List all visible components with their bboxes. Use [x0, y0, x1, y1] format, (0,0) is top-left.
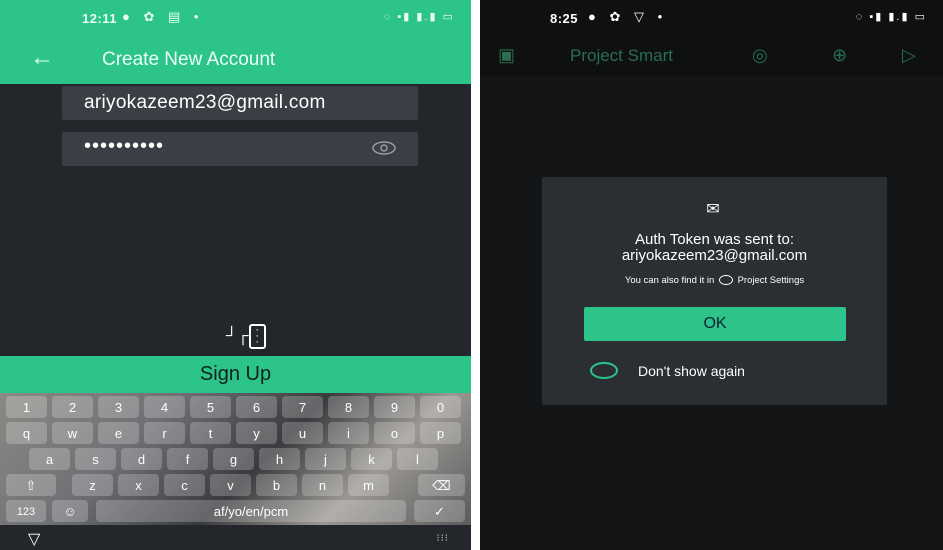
key-t[interactable]: t [190, 422, 231, 444]
keyboard-space-row: 123 ☺ af/yo/en/pcm ✓ [0, 500, 471, 526]
key-o[interactable]: o [374, 422, 415, 444]
key-n[interactable]: n [302, 474, 343, 496]
key-m[interactable]: m [348, 474, 389, 496]
status-notification-icons: ● ✿ ▤ • [122, 9, 204, 24]
bottom-navigation: ▽ ⁝⁝⁝ [0, 525, 471, 550]
key-5[interactable]: 5 [190, 396, 231, 418]
status-system-icons: ◌ ▪▮ ▮.▮ ▭ [383, 11, 455, 23]
key-w[interactable]: w [52, 422, 93, 444]
key-b[interactable]: b [256, 474, 297, 496]
settings-icon[interactable]: ◎ [752, 45, 768, 66]
project-settings-icon [718, 275, 733, 286]
nav-back-icon[interactable]: ▽ [28, 529, 40, 549]
keyboard-switch-icon[interactable]: ⁝⁝⁝ [436, 533, 449, 544]
key-0[interactable]: 0 [420, 396, 461, 418]
dont-show-again-checkbox[interactable] [590, 362, 618, 379]
back-arrow-icon[interactable]: ← [30, 44, 54, 72]
dialog-title: Auth Token was sent to: [635, 231, 794, 248]
play-icon[interactable]: ▷ [902, 45, 916, 66]
keyboard-middle-row: asdfghjkl [0, 448, 471, 474]
enter-key[interactable]: ✓ [414, 500, 465, 522]
dialog-email: ariyokazeem23@gmail.com [621, 247, 808, 264]
key-h[interactable]: h [259, 448, 300, 470]
sign-up-button[interactable]: Sign Up [0, 356, 471, 393]
space-bar[interactable]: af/yo/en/pcm [96, 500, 406, 522]
key-z[interactable]: z [72, 474, 113, 496]
key-q[interactable]: q [6, 422, 47, 444]
key-i[interactable]: i [328, 422, 369, 444]
hint-suffix: Project Settings [737, 275, 805, 286]
keyboard-bottom-row: ⇧ ⌫ zxcvbnm [0, 474, 471, 500]
key-j[interactable]: j [305, 448, 346, 470]
project-title: Project Smart [570, 46, 673, 65]
key-4[interactable]: 4 [144, 396, 185, 418]
password-value: •••••••••• [84, 135, 165, 157]
key-2[interactable]: 2 [52, 396, 93, 418]
left-screen: 12:11 ● ✿ ▤ • ◌ ▪▮ ▮.▮ ▭ ← Create New Ac… [0, 0, 471, 550]
key-v[interactable]: v [210, 474, 251, 496]
key-g[interactable]: g [213, 448, 254, 470]
key-x[interactable]: x [118, 474, 159, 496]
status-time: 12:11 [82, 11, 118, 26]
keyboard-top-row: qwertyuiop [0, 422, 471, 448]
email-value: ariyokazeem23@gmail.com [84, 92, 326, 113]
mail-key-icon: ✉ [706, 201, 720, 218]
key-u[interactable]: u [282, 422, 323, 444]
auth-token-dialog: ✉ Auth Token was sent to: ariyokazeem23@… [542, 177, 887, 405]
login-switch-icon[interactable]: ┘┌ · · · [226, 324, 266, 349]
key-9[interactable]: 9 [374, 396, 415, 418]
on-screen-keyboard: 1234567890 qwertyuiop asdfghjkl ⇧ ⌫ zxcv… [0, 393, 471, 525]
symbols-key[interactable]: 123 [6, 500, 46, 522]
ok-button[interactable]: OK [584, 307, 846, 341]
dont-show-again-label: Don't show again [638, 363, 745, 379]
dialog-hint: You can also find it in Project Settings [542, 275, 887, 286]
add-widget-icon[interactable]: ⊕ [832, 45, 847, 66]
key-c[interactable]: c [164, 474, 205, 496]
key-f[interactable]: f [167, 448, 208, 470]
project-toolbar: ▣ Project Smart ◎ ⊕ ▷ [480, 36, 943, 76]
key-r[interactable]: r [144, 422, 185, 444]
right-screen: 8:25 ● ✿ ▽ • ◌ ▪▮ ▮.▮ ▭ ▣ Project Smart … [480, 0, 943, 550]
key-l[interactable]: l [397, 448, 438, 470]
key-e[interactable]: e [98, 422, 139, 444]
key-d[interactable]: d [121, 448, 162, 470]
key-8[interactable]: 8 [328, 396, 369, 418]
key-3[interactable]: 3 [98, 396, 139, 418]
hint-prefix: You can also find it in [624, 275, 715, 286]
key-6[interactable]: 6 [236, 396, 277, 418]
status-bar: 8:25 ● ✿ ▽ • ◌ ▪▮ ▮.▮ ▭ [480, 0, 943, 36]
status-bar: 12:11 ● ✿ ▤ • ◌ ▪▮ ▮.▮ ▭ [0, 0, 471, 36]
key-p[interactable]: p [420, 422, 461, 444]
key-7[interactable]: 7 [282, 396, 323, 418]
key-1[interactable]: 1 [6, 396, 47, 418]
key-s[interactable]: s [75, 448, 116, 470]
app-header: ← Create New Account [0, 36, 471, 84]
status-time: 8:25 [550, 11, 579, 26]
key-a[interactable]: a [29, 448, 70, 470]
show-password-eye-icon[interactable] [372, 141, 396, 155]
status-notification-icons: ● ✿ ▽ • [588, 9, 668, 24]
emoji-key[interactable]: ☺ [52, 500, 88, 522]
keyboard-number-row: 1234567890 [0, 396, 471, 422]
email-field[interactable]: ariyokazeem23@gmail.com [62, 86, 418, 120]
shift-key[interactable]: ⇧ [6, 474, 56, 496]
password-field[interactable]: •••••••••• [62, 132, 418, 166]
key-y[interactable]: y [236, 422, 277, 444]
page-title: Create New Account [102, 49, 276, 70]
key-k[interactable]: k [351, 448, 392, 470]
device-icon[interactable]: ▣ [498, 45, 515, 66]
backspace-key[interactable]: ⌫ [418, 474, 465, 496]
status-system-icons: ◌ ▪▮ ▮.▮ ▭ [855, 11, 927, 23]
